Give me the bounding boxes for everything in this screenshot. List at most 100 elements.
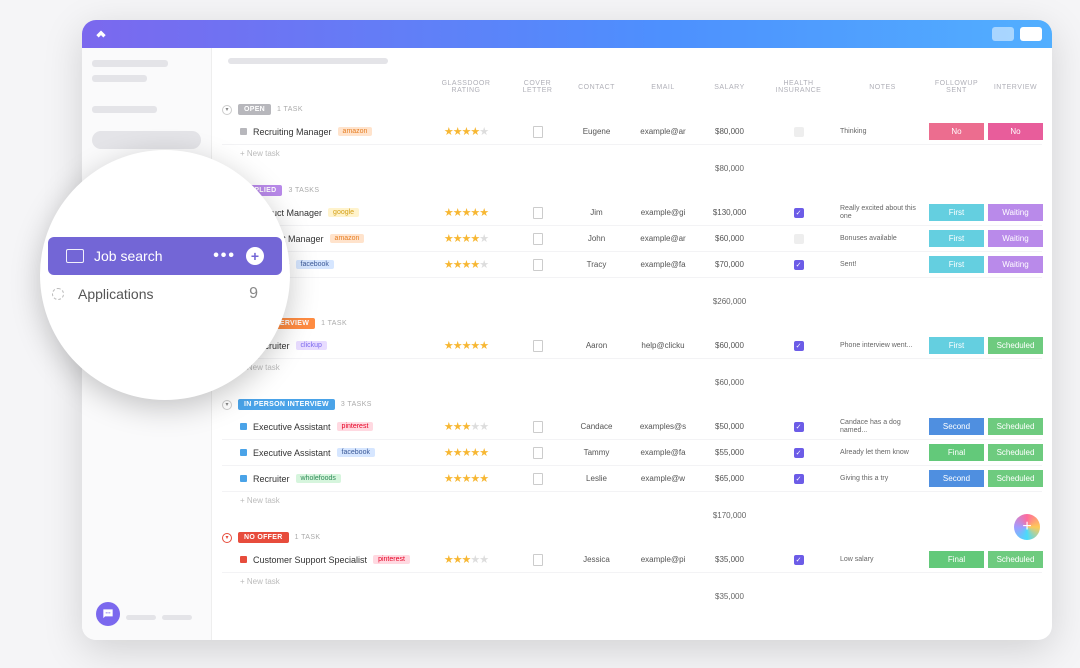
task-count: 1 TASK [295, 534, 321, 541]
task-row[interactable]: Recruiter clickup ★★★★★ Aaron help@click… [222, 333, 1042, 359]
rating-stars: ★★★★★ [426, 206, 506, 219]
status-group: ▾ IN PERSON INTERVIEW 3 TASKS Executive … [222, 399, 1042, 522]
document-icon[interactable] [533, 233, 543, 245]
document-icon[interactable] [533, 447, 543, 459]
interview-pill[interactable]: Waiting [988, 256, 1043, 273]
document-icon[interactable] [533, 554, 543, 566]
checkbox[interactable] [794, 127, 804, 137]
contact-email: example@gi [628, 208, 698, 217]
interview-pill[interactable]: Waiting [988, 230, 1043, 247]
sidebar-item-job-search[interactable]: Job search ••• + [48, 237, 282, 275]
status-tag[interactable]: OPEN [238, 104, 271, 115]
document-icon[interactable] [533, 421, 543, 433]
sidebar-magnifier: Job search ••• + Applications 9 [40, 150, 290, 400]
checkbox[interactable]: ✓ [794, 448, 804, 458]
chevron-down-icon[interactable]: ▾ [222, 105, 232, 115]
company-tag[interactable]: amazon [330, 234, 365, 243]
followup-pill[interactable]: No [929, 123, 984, 140]
task-row[interactable]: Customer Support Specialist pinterest ★★… [222, 547, 1042, 573]
chat-fab-icon[interactable] [96, 602, 120, 626]
sidebar-item-applications[interactable]: Applications 9 [40, 275, 290, 313]
col-glassdoor: GLASSDOOR RATING [426, 80, 506, 94]
checkbox[interactable]: ✓ [794, 555, 804, 565]
task-row[interactable]: Executive Assistant pinterest ★★★★★ Cand… [222, 414, 1042, 440]
status-tag[interactable]: IN PERSON INTERVIEW [238, 399, 335, 410]
window-controls[interactable] [992, 27, 1042, 41]
subtotal-salary: $80,000 [702, 164, 757, 173]
company-tag[interactable]: clickup [296, 341, 327, 350]
subtotal-salary: $260,000 [702, 297, 757, 306]
status-square-icon [240, 556, 247, 563]
contact-name: Jim [569, 208, 624, 217]
notes-text: Phone interview went... [840, 342, 925, 350]
status-square-icon [240, 475, 247, 482]
followup-pill[interactable]: Final [929, 444, 984, 461]
company-tag[interactable]: google [328, 208, 359, 217]
new-task-button[interactable]: + New task [222, 492, 1042, 509]
task-title: Executive Assistant [253, 448, 331, 458]
chevron-down-icon[interactable]: ▾ [222, 533, 232, 543]
more-icon[interactable]: ••• [213, 247, 236, 265]
followup-pill[interactable]: First [929, 337, 984, 354]
company-tag[interactable]: wholefoods [296, 474, 341, 483]
document-icon[interactable] [533, 207, 543, 219]
company-tag[interactable]: facebook [337, 448, 375, 457]
task-title: Recruiting Manager [253, 127, 332, 137]
contact-name: Eugene [569, 127, 624, 136]
company-tag[interactable]: pinterest [337, 422, 374, 431]
interview-pill[interactable]: Scheduled [988, 337, 1043, 354]
salary: $55,000 [702, 448, 757, 457]
status-tag[interactable]: NO OFFER [238, 532, 289, 543]
checkbox[interactable]: ✓ [794, 422, 804, 432]
followup-pill[interactable]: Second [929, 470, 984, 487]
contact-email: example@ar [628, 127, 698, 136]
status-group: ▾ OPEN 1 TASK Recruiting Manager amazon … [222, 104, 1042, 175]
new-task-button[interactable]: + New task [222, 278, 1042, 295]
new-task-button[interactable]: + New task [222, 359, 1042, 376]
document-icon[interactable] [533, 473, 543, 485]
company-tag[interactable]: facebook [296, 260, 334, 269]
new-task-button[interactable]: + New task [222, 145, 1042, 162]
followup-pill[interactable]: First [929, 204, 984, 221]
task-row[interactable]: Product Manager google ★★★★★ Jim example… [222, 200, 1042, 226]
rating-stars: ★★★★★ [426, 446, 506, 459]
task-row[interactable]: Recruiter facebook ★★★★★ Tracy example@f… [222, 252, 1042, 278]
task-list: GLASSDOOR RATING COVER LETTER CONTACT EM… [212, 80, 1052, 640]
interview-pill[interactable]: Scheduled [988, 418, 1043, 435]
document-icon[interactable] [533, 126, 543, 138]
new-task-button[interactable]: + New task [222, 573, 1042, 590]
company-tag[interactable]: pinterest [373, 555, 410, 564]
task-title: Recruiter [253, 474, 290, 484]
interview-pill[interactable]: Waiting [988, 204, 1043, 221]
followup-pill[interactable]: First [929, 230, 984, 247]
company-tag[interactable]: amazon [338, 127, 373, 136]
task-row[interactable]: Executive Assistant facebook ★★★★★ Tammy… [222, 440, 1042, 466]
rating-stars: ★★★★★ [426, 232, 506, 245]
rating-stars: ★★★★★ [426, 339, 506, 352]
interview-pill[interactable]: No [988, 123, 1043, 140]
add-list-icon[interactable]: + [246, 247, 264, 265]
interview-pill[interactable]: Scheduled [988, 444, 1043, 461]
col-coverletter: COVER LETTER [510, 80, 565, 94]
app-logo-icon [92, 25, 110, 43]
checkbox[interactable]: ✓ [794, 260, 804, 270]
checkbox[interactable] [794, 234, 804, 244]
interview-pill[interactable]: Scheduled [988, 551, 1043, 568]
chevron-down-icon[interactable]: ▾ [222, 400, 232, 410]
task-row[interactable]: Recruiting Manager amazon ★★★★★ Eugene e… [222, 119, 1042, 145]
status-group: ▾ APPLIED 3 TASKS Product Manager google… [222, 185, 1042, 308]
add-fab-icon[interactable]: + [1014, 514, 1040, 540]
col-followup: FOLLOWUP SENT [929, 80, 984, 94]
checkbox[interactable]: ✓ [794, 341, 804, 351]
task-row[interactable]: Account Manager amazon ★★★★★ John exampl… [222, 226, 1042, 252]
document-icon[interactable] [533, 259, 543, 271]
task-row[interactable]: Recruiter wholefoods ★★★★★ Leslie exampl… [222, 466, 1042, 492]
followup-pill[interactable]: Second [929, 418, 984, 435]
interview-pill[interactable]: Scheduled [988, 470, 1043, 487]
col-salary: SALARY [702, 84, 757, 91]
checkbox[interactable]: ✓ [794, 208, 804, 218]
followup-pill[interactable]: First [929, 256, 984, 273]
document-icon[interactable] [533, 340, 543, 352]
checkbox[interactable]: ✓ [794, 474, 804, 484]
followup-pill[interactable]: Final [929, 551, 984, 568]
